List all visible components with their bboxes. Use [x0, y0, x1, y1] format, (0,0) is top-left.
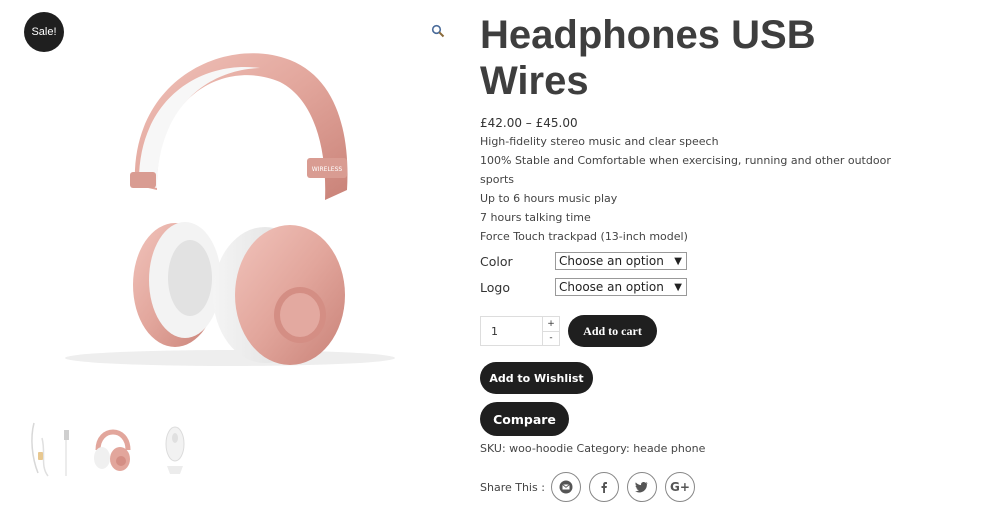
product-title-line-1: Headphones USB	[480, 13, 816, 57]
product-meta: SKU: woo-hoodie Category: heade phone	[480, 442, 705, 455]
email-icon	[559, 480, 573, 494]
thumbnail-white-earpiece[interactable]	[152, 418, 198, 478]
sku-value: woo-hoodie	[509, 442, 574, 455]
category-link[interactable]: heade phone	[633, 442, 705, 455]
logo-label: Logo	[480, 279, 510, 295]
quantity-stepper[interactable]: 1 + -	[480, 316, 560, 346]
quantity-increase-button[interactable]: +	[542, 317, 559, 332]
dropdown-arrow-icon: ▼	[674, 255, 682, 267]
logo-select[interactable]: Choose an option ▼	[555, 278, 687, 296]
feature-item: Force Touch trackpad (13-inch model)	[480, 230, 688, 243]
feature-item: High-fidelity stereo music and clear spe…	[480, 135, 719, 148]
share-bar: Share This : G+	[480, 472, 703, 502]
google-plus-share-button[interactable]: G+	[664, 472, 695, 502]
feature-item: Up to 6 hours music play	[480, 192, 618, 205]
dropdown-arrow-icon: ▼	[674, 281, 682, 293]
feature-item: sports	[480, 173, 515, 186]
thumbnail-usb-cable[interactable]	[28, 418, 74, 478]
price-range: £42.00 – £45.00	[480, 116, 578, 130]
feature-item: 7 hours talking time	[480, 211, 591, 224]
thumbnail-headphones[interactable]	[90, 418, 136, 478]
product-summary: Headphones USB Wires £42.00 – £45.00 Hig…	[480, 12, 960, 298]
product-title: Headphones USB Wires	[480, 12, 960, 104]
twitter-share-button[interactable]	[626, 472, 657, 502]
twitter-icon	[635, 481, 648, 493]
thumbnail-list	[28, 418, 198, 478]
facebook-icon	[601, 482, 607, 493]
google-plus-icon: G+	[669, 480, 690, 494]
color-select-value: Choose an option	[559, 254, 664, 268]
compare-button[interactable]: Compare	[480, 402, 569, 436]
variation-logo: Logo Choose an option ▼	[480, 276, 960, 298]
color-select[interactable]: Choose an option ▼	[555, 252, 687, 270]
brand-text: WIRELESS	[312, 166, 343, 173]
category-label: Category:	[576, 442, 630, 455]
zoom-icon[interactable]	[431, 24, 445, 38]
feature-list: High-fidelity stereo music and clear spe…	[480, 132, 960, 246]
feature-item: 100% Stable and Comfortable when exercis…	[480, 154, 891, 167]
color-label: Color	[480, 253, 513, 269]
share-label: Share This :	[480, 480, 545, 494]
add-to-wishlist-button[interactable]: Add to Wishlist	[480, 362, 593, 394]
variation-color: Color Choose an option ▼	[480, 250, 960, 272]
email-share-button[interactable]	[550, 472, 581, 502]
sku-label: SKU:	[480, 442, 506, 455]
facebook-share-button[interactable]	[588, 472, 619, 502]
quantity-decrease-button[interactable]: -	[542, 331, 559, 345]
product-main-image[interactable]: WIRELESS	[35, 40, 425, 380]
add-to-cart-form: 1 + - Add to cart	[480, 315, 657, 347]
logo-select-value: Choose an option	[559, 280, 664, 294]
quantity-input[interactable]: 1	[491, 325, 498, 338]
add-to-cart-button[interactable]: Add to cart	[568, 315, 657, 347]
product-title-line-2: Wires	[480, 59, 589, 103]
product-gallery: Sale! WIRELESS	[0, 0, 460, 513]
